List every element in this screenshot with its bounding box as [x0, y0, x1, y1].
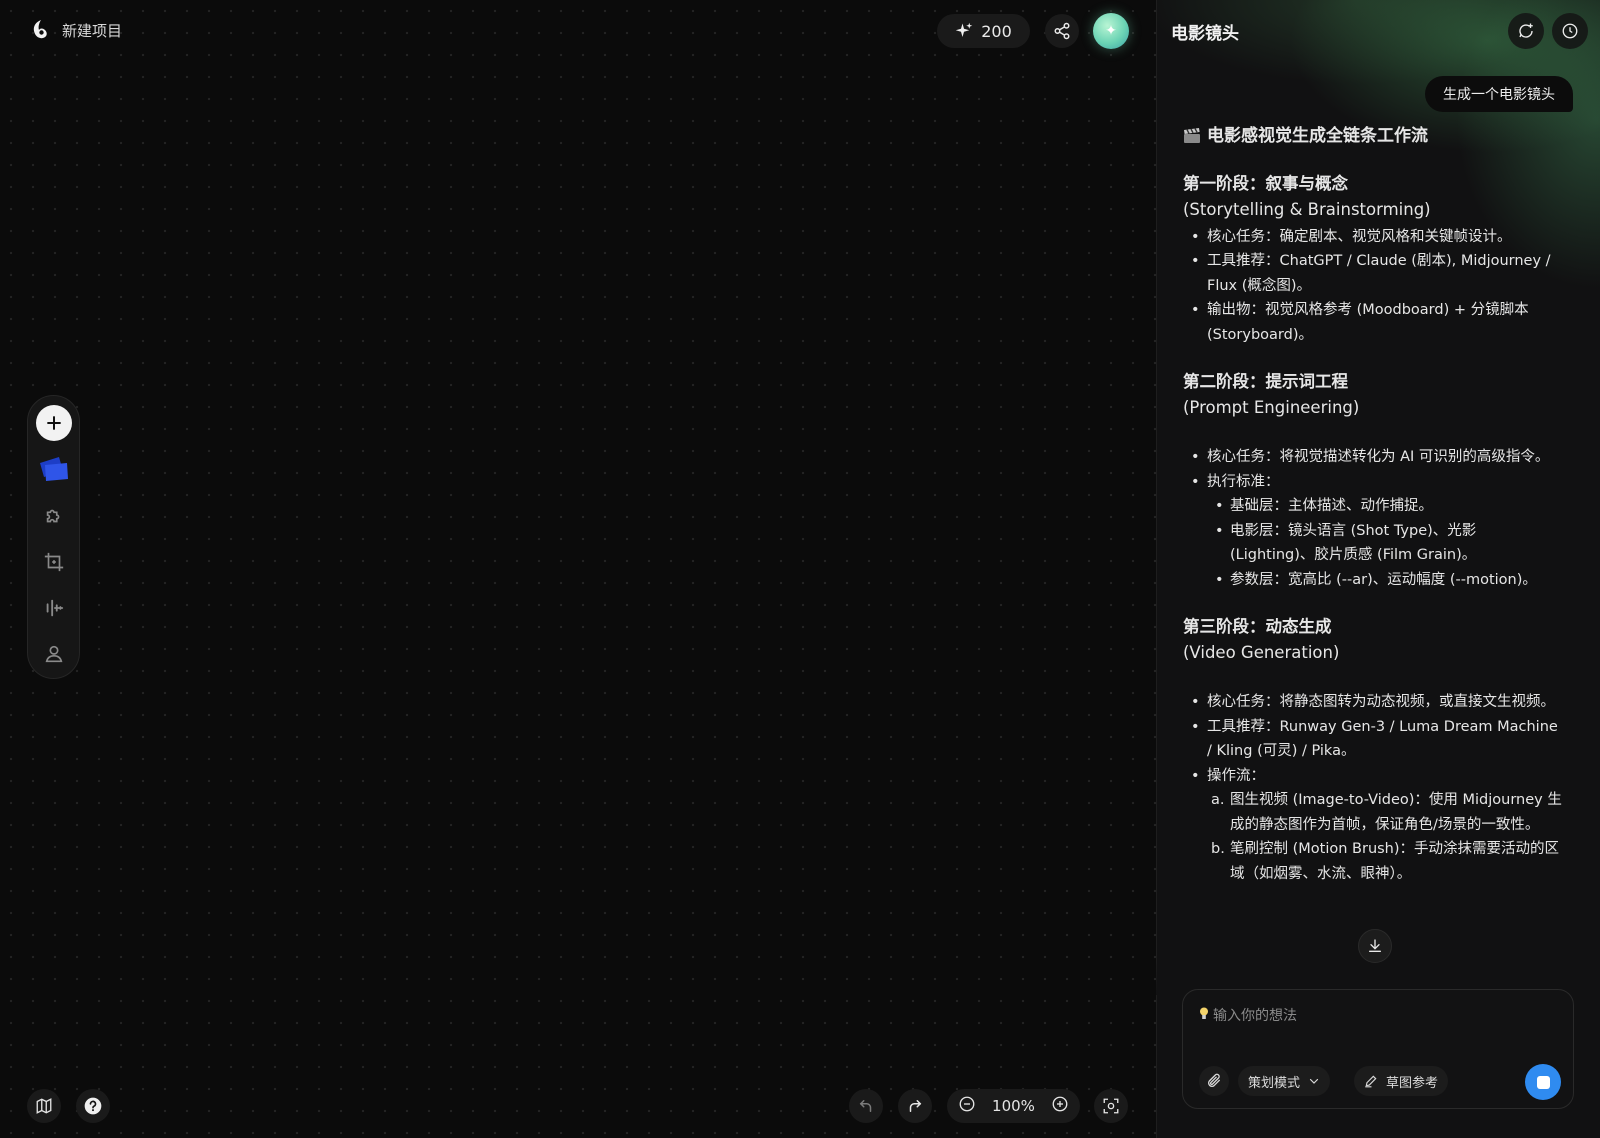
list-item: 参数层：宽高比 (--ar)、运动幅度 (--motion)。 — [1183, 568, 1563, 593]
stage3-subtitle: (Video Generation) — [1183, 643, 1340, 662]
credits-button[interactable]: 200 — [937, 14, 1030, 48]
sketch-reference-button[interactable]: 草图参考 — [1354, 1066, 1449, 1096]
zoom-level: 100% — [992, 1097, 1035, 1115]
redo-button[interactable] — [898, 1089, 932, 1123]
media-icon — [39, 457, 68, 481]
reply-heading: 电影感视觉生成全链条工作流 — [1183, 124, 1563, 149]
audio-tool-button[interactable] — [42, 596, 66, 620]
attach-button[interactable] — [1199, 1066, 1229, 1096]
canvas[interactable] — [0, 0, 1156, 1138]
undo-button[interactable] — [849, 1089, 883, 1123]
redo-icon — [909, 1100, 922, 1112]
stage1-title: 第一阶段：叙事与概念 — [1183, 173, 1348, 193]
puzzle-icon — [46, 509, 59, 523]
undo-icon — [859, 1100, 872, 1112]
help-button[interactable] — [76, 1089, 110, 1123]
arrow-down-icon — [1369, 939, 1381, 952]
sparkle-icon — [955, 22, 973, 37]
project-title[interactable]: 新建项目 — [62, 20, 122, 41]
stage3-steps: a. 图生视频 (Image-to-Video)：使用 Midjourney 生… — [1183, 788, 1563, 886]
list-item-label: 执行标准： — [1207, 473, 1280, 490]
focus-icon — [1103, 1098, 1119, 1114]
chevron-down-icon — [1309, 1078, 1319, 1084]
new-chat-icon — [1519, 23, 1533, 38]
prompt-input[interactable] — [1197, 1002, 1557, 1030]
ai-assistant-button[interactable]: ✦ — [1093, 13, 1129, 49]
step-marker: a. — [1211, 792, 1225, 808]
new-chat-button[interactable] — [1508, 13, 1544, 49]
clapperboard-icon — [1184, 128, 1200, 144]
plus-icon — [46, 416, 61, 430]
list-item: 核心任务：将视觉描述转化为 AI 可识别的高级指令。 — [1183, 445, 1563, 470]
stage2-list: 核心任务：将视觉描述转化为 AI 可识别的高级指令。 执行标准： — [1183, 445, 1563, 494]
sketch-label: 草图参考 — [1386, 1075, 1439, 1091]
stop-icon — [1536, 1075, 1550, 1089]
media-tool-button[interactable] — [36, 453, 72, 485]
crop-icon — [44, 552, 63, 572]
zoom-out-button[interactable] — [958, 1095, 976, 1117]
logo-icon — [33, 20, 47, 39]
zoom-out-icon — [959, 1096, 975, 1112]
map-button[interactable] — [27, 1089, 61, 1123]
chat-composer: 策划模式 草图参考 — [1182, 989, 1574, 1109]
paperclip-icon — [1208, 1073, 1220, 1087]
crop-tool-button[interactable] — [42, 550, 66, 574]
zoom-control: 100% — [947, 1089, 1080, 1123]
assistant-reply: 电影感视觉生成全链条工作流 第一阶段：叙事与概念 (Storytelling &… — [1183, 124, 1563, 990]
history-button[interactable] — [1552, 13, 1588, 49]
stage3-title: 第三阶段：动态生成 — [1183, 617, 1332, 636]
list-item: 执行标准： — [1183, 470, 1563, 495]
clock-icon — [1562, 23, 1578, 39]
list-item: 电影层：镜头语言 (Shot Type)、光影 (Lighting)、胶片质感 … — [1183, 519, 1563, 568]
stage3-list: 核心任务：将静态图转为动态视频，或直接文生视频。 工具推荐：Runway Gen… — [1183, 690, 1563, 788]
help-icon — [84, 1097, 102, 1115]
scroll-to-bottom-button[interactable] — [1358, 929, 1392, 963]
add-button[interactable] — [35, 405, 72, 441]
reply-heading-text: 电影感视觉生成全链条工作流 — [1207, 126, 1428, 146]
share-button[interactable] — [1045, 14, 1079, 48]
list-item: 工具推荐：ChatGPT / Claude (剧本), Midjourney /… — [1183, 249, 1563, 298]
sparkle-icon: ✦ — [1105, 23, 1117, 39]
share-icon — [1054, 22, 1070, 40]
chat-title: 电影镜头 — [1171, 24, 1239, 44]
character-tool-button[interactable] — [42, 642, 66, 666]
list-item: 核心任务：将静态图转为动态视频，或直接文生视频。 — [1183, 690, 1563, 715]
pencil-icon — [1365, 1075, 1377, 1088]
stage2-sublist: 基础层：主体描述、动作捕捉。 电影层：镜头语言 (Shot Type)、光影 (… — [1183, 494, 1563, 592]
list-item: 操作流： — [1183, 764, 1563, 789]
zoom-in-button[interactable] — [1051, 1095, 1069, 1117]
step-text: 笔刷控制 (Motion Brush)：手动涂抹需要活动的区域（如烟雾、水流、眼… — [1230, 841, 1560, 882]
mode-label: 策划模式 — [1248, 1075, 1301, 1091]
audio-icon — [46, 599, 63, 617]
tool-rail — [27, 395, 80, 679]
list-item: 核心任务：确定剧本、视觉风格和关键帧设计。 — [1183, 225, 1563, 250]
person-icon — [45, 645, 62, 663]
list-item: 输出物：视觉风格参考 (Moodboard) + 分镜脚本 (Storyboar… — [1183, 298, 1563, 347]
plugin-tool-button[interactable] — [42, 504, 66, 528]
map-icon — [36, 1098, 52, 1114]
fit-view-button[interactable] — [1094, 1089, 1128, 1123]
stage2-title: 第二阶段：提示词工程 — [1183, 372, 1348, 391]
mode-dropdown[interactable]: 策划模式 — [1238, 1066, 1331, 1096]
step-marker: b. — [1211, 841, 1225, 857]
step-text: 图生视频 (Image-to-Video)：使用 Midjourney 生成的静… — [1230, 792, 1562, 833]
stage1-subtitle: (Storytelling & Brainstorming) — [1183, 199, 1431, 219]
list-item: 工具推荐：Runway Gen-3 / Luma Dream Machine /… — [1183, 715, 1563, 764]
list-item: 基础层：主体描述、动作捕捉。 — [1183, 494, 1563, 519]
stage2-subtitle: (Prompt Engineering) — [1183, 398, 1360, 417]
step-item: b. 笔刷控制 (Motion Brush)：手动涂抹需要活动的区域（如烟雾、水… — [1183, 837, 1563, 886]
app-logo-area: 新建项目 — [28, 18, 122, 42]
zoom-in-icon — [1052, 1096, 1068, 1112]
step-item: a. 图生视频 (Image-to-Video)：使用 Midjourney 生… — [1183, 788, 1563, 837]
credits-count: 200 — [981, 21, 1012, 41]
stage1-list: 核心任务：确定剧本、视觉风格和关键帧设计。 工具推荐：ChatGPT / Cla… — [1183, 225, 1563, 348]
stop-generation-button[interactable] — [1525, 1064, 1561, 1100]
user-message: 生成一个电影镜头 — [1425, 76, 1573, 112]
